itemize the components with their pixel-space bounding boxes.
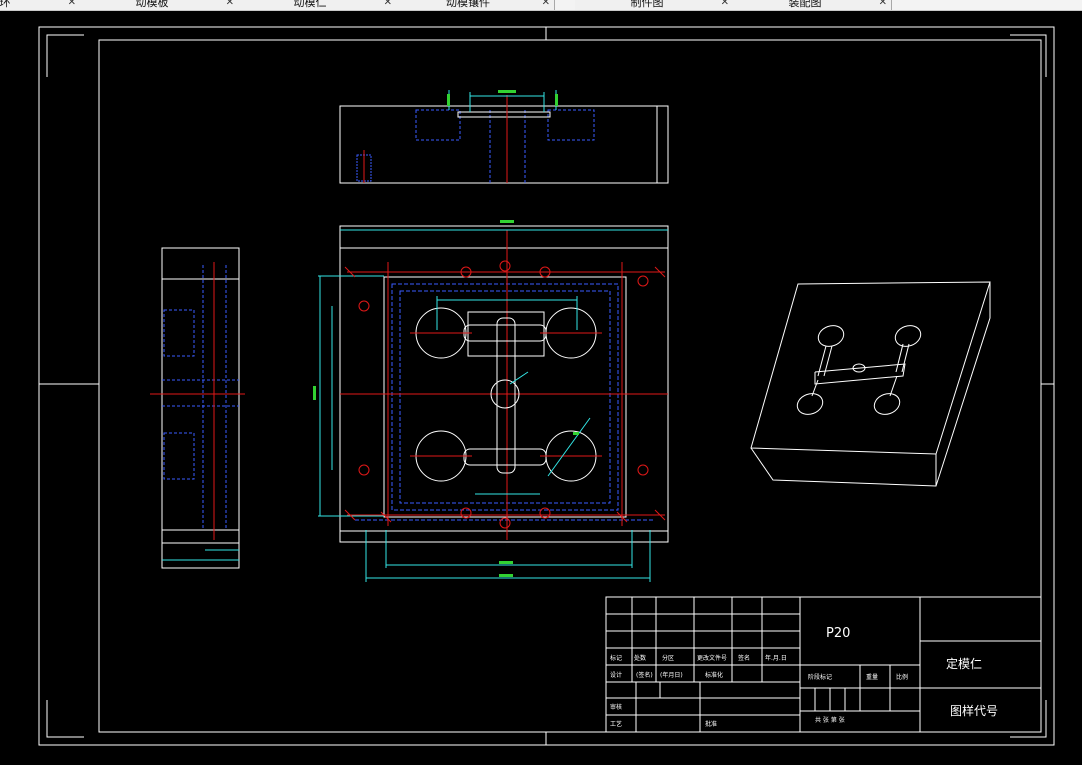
sign-paren-label: (签名) [636,671,653,679]
part-name-label: 定模仁 [946,656,982,671]
close-icon[interactable]: ✕ [542,0,550,10]
tab-locating-ring[interactable]: 定位环 ✕ [0,0,81,10]
isometric-view [750,281,991,487]
tab-core-insert-part[interactable]: 动模镶件 ✕ [396,0,555,10]
tab-part-drawing[interactable]: 制件图 ✕ [575,0,734,10]
tab-label: 制件图 [630,0,664,9]
sign-label: 签名 [738,654,750,662]
tab-label: 动模镶件 [446,0,490,9]
material-label: P20 [826,626,850,641]
tab-label: 动模板 [135,0,169,9]
side-section-view [150,247,245,569]
cad-drawing-canvas[interactable]: P20 定模仁 图样代号 标记 处数 分区 更改文件号 签名 年.月.日 设计 … [0,10,1082,765]
tab-moving-plate[interactable]: 动模板 ✕ [80,0,239,10]
close-icon[interactable]: ✕ [226,0,234,10]
tab-label: 装配图 [788,0,822,9]
change-doc-label: 更改文件号 [697,654,727,662]
date-paren-label: (年月日) [660,671,683,679]
zone-label: 分区 [662,654,674,662]
close-icon[interactable]: ✕ [879,0,887,10]
drawing-frame [38,26,1055,746]
tab-core-insert[interactable]: 动模仁 ✕ [238,0,397,10]
mark-label: 标记 [610,654,622,662]
tab-label: 动模仁 [293,0,327,9]
title-block: P20 定模仁 图样代号 标记 处数 分区 更改文件号 签名 年.月.日 设计 … [605,596,1042,733]
count-label: 处数 [634,654,646,662]
close-icon[interactable]: ✕ [721,0,729,10]
drawing-code-label: 图样代号 [950,703,998,718]
sheet-info-label: 共 张 第 张 [815,716,845,724]
standardize-label: 标准化 [705,671,723,679]
top-section-view [339,90,669,184]
close-icon[interactable]: ✕ [384,0,392,10]
weight-label: 重量 [866,673,878,681]
close-icon[interactable]: ✕ [68,0,76,10]
tab-assembly-drawing[interactable]: 装配图 ✕ [733,0,892,10]
process-label: 工艺 [610,720,622,728]
date-ymd-label: 年.月.日 [765,654,787,662]
scale-label: 比例 [896,673,908,681]
review-label: 审核 [610,703,622,711]
design-label: 设计 [610,671,622,679]
stage-mark-label: 阶段标记 [808,673,832,681]
plan-view [313,220,669,582]
tab-label: 定位环 [0,0,11,9]
approve-label: 批准 [705,720,717,728]
